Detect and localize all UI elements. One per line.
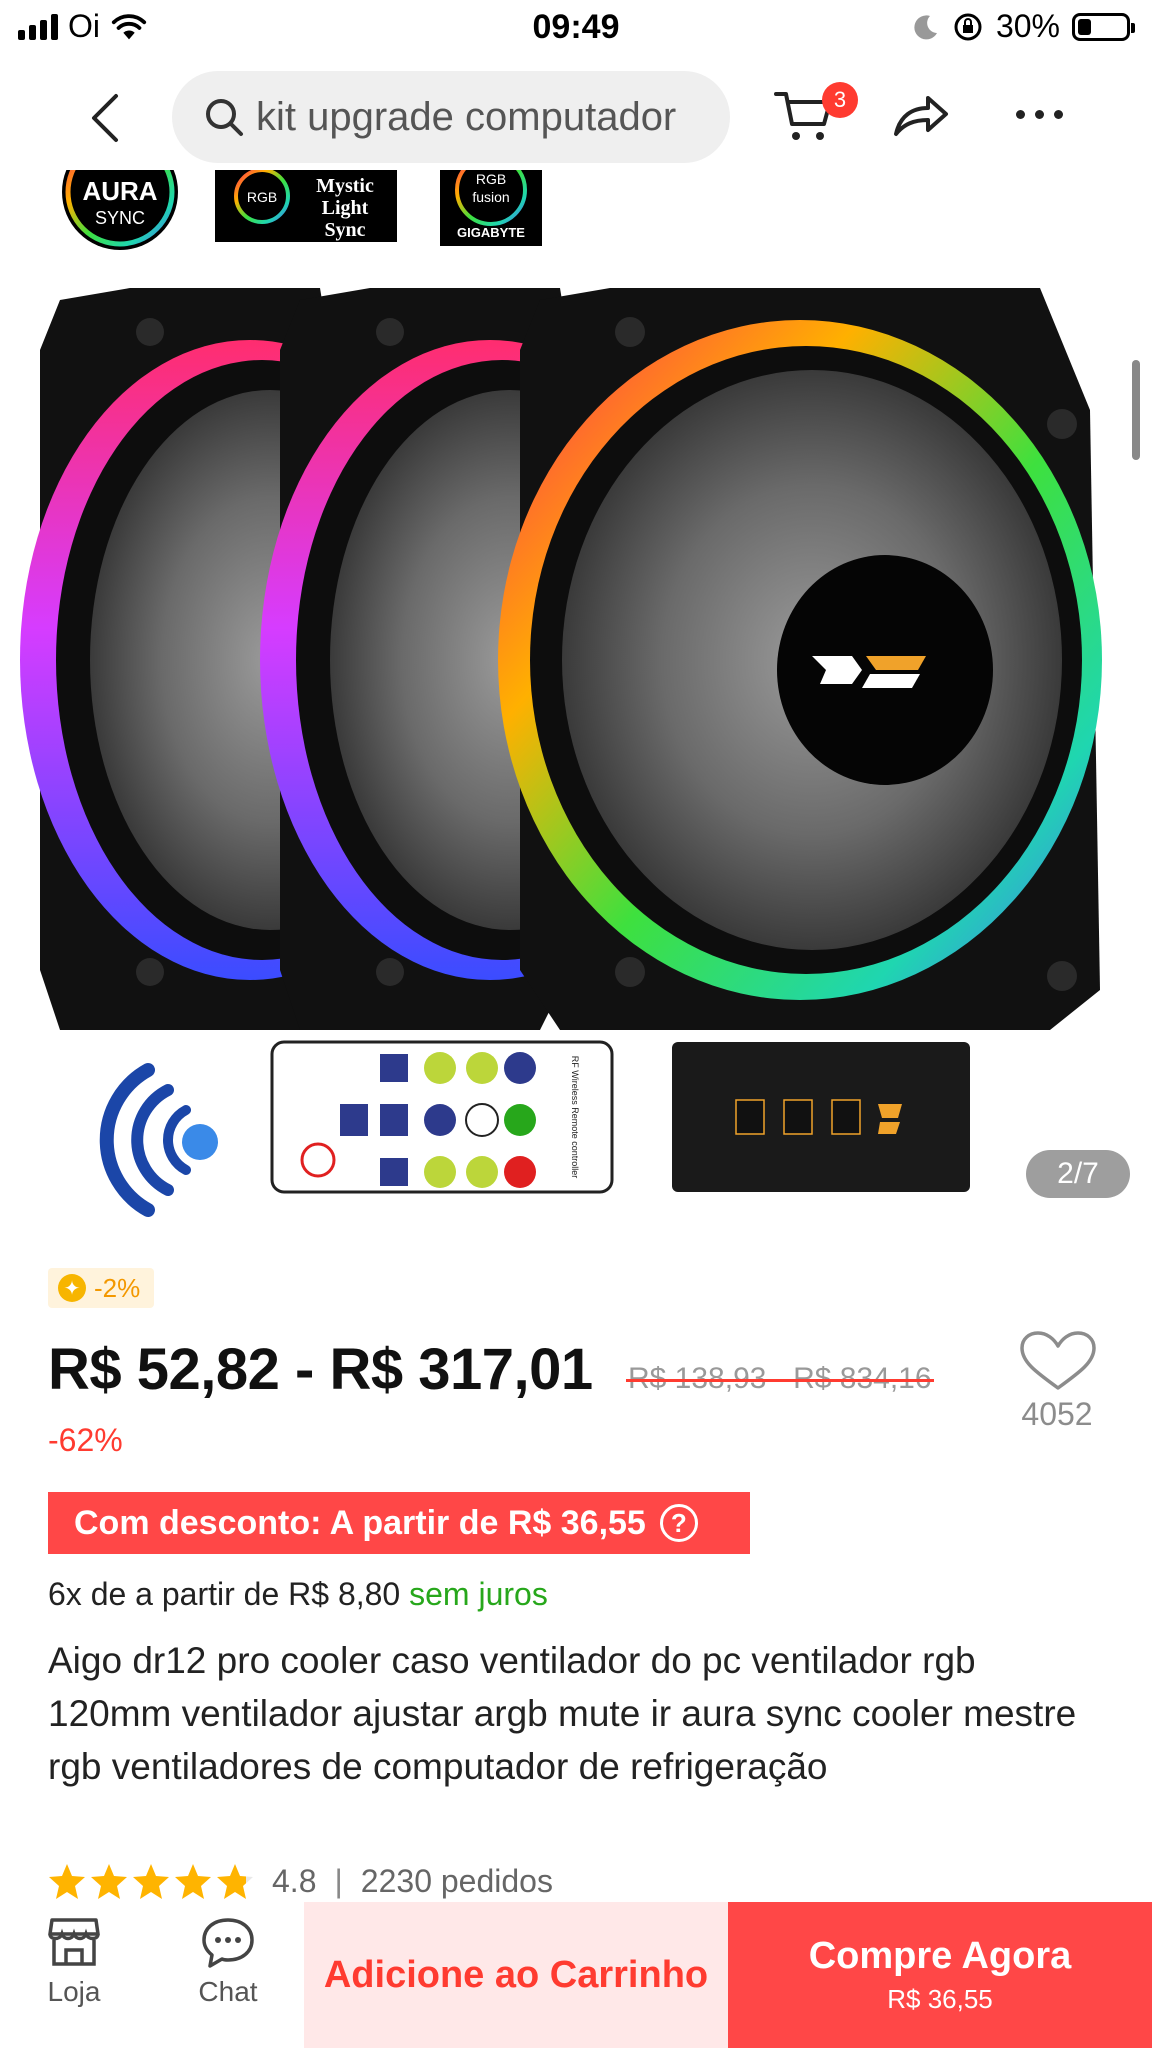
bottom-action-bar: Loja Chat Adicione ao Carrinho Compre Ag… (0, 1902, 1152, 2048)
star-half-icon (217, 1864, 253, 1899)
remote-control: RF Wireless Remote controller (270, 1040, 614, 1194)
scrollbar[interactable] (1132, 360, 1140, 460)
search-bar[interactable] (172, 71, 730, 163)
share-icon[interactable] (890, 90, 950, 140)
chat-button[interactable]: Chat (168, 1914, 288, 2008)
gallery-page-indicator: 2/7 (1026, 1150, 1130, 1198)
chat-icon (202, 1918, 254, 1968)
star-icon (91, 1864, 127, 1899)
remote-control-label: RF Wireless Remote controller (570, 1056, 580, 1179)
aura-sync-logo-subtitle: SYNC (95, 208, 145, 228)
fan-3 (498, 288, 1102, 1030)
rotation-lock-icon (954, 13, 982, 40)
rating-value: 4.8 (272, 1862, 317, 1899)
buy-now-price: R$ 36,55 (887, 1984, 993, 2014)
rgb-fusion-logo-rgb: RGB (476, 171, 506, 187)
heart-icon[interactable] (1016, 1330, 1100, 1394)
more-icon[interactable] (1016, 110, 1063, 119)
product-image: AURA SYNC RGB Mystic Light Sync RGB fusi… (20, 170, 1102, 1217)
wireless-signal-icon (99, 1063, 218, 1217)
search-icon (206, 99, 243, 136)
rgb-fusion-logo-brand: GIGABYTE (457, 225, 525, 240)
mystic-light-logo: RGB Mystic Light Sync (215, 170, 397, 242)
rating-stars (48, 1862, 254, 1900)
separator: | (334, 1862, 343, 1899)
promo-discount-tag: ✦ -2% (48, 1268, 155, 1308)
buy-now-label: Compre Agora (808, 1935, 1072, 1977)
original-price: R$ 138,93 - R$ 834,16 (626, 1362, 934, 1396)
store-label: Loja (47, 1976, 101, 2007)
battery-percent: 30% (995, 8, 1060, 44)
mystic-light-logo-rgb: RGB (247, 189, 277, 205)
price-range: R$ 52,82 - R$ 317,01 (48, 1337, 593, 1402)
search-input[interactable] (254, 93, 728, 141)
rgb-fusion-logo: RGB fusion GIGABYTE (440, 170, 542, 246)
store-icon (48, 1918, 100, 1966)
add-to-cart-button[interactable]: Adicione ao Carrinho (304, 1902, 728, 2048)
help-icon[interactable]: ? (659, 1504, 698, 1542)
rating-row[interactable]: 4.8 | 2230 pedidos (48, 1862, 553, 1900)
coupon-text: Com desconto: A partir de R$ 36,55 (74, 1503, 646, 1542)
controller-hub (672, 1042, 970, 1192)
product-title: Aigo dr12 pro cooler caso ventilador do … (48, 1640, 1077, 1787)
installments-free-label: sem juros (409, 1576, 548, 1612)
status-bar: Oi 09:49 30% (0, 0, 1152, 60)
coin-icon: ✦ (58, 1274, 86, 1302)
product-image-gallery[interactable]: AURA SYNC RGB Mystic Light Sync RGB fusi… (0, 170, 1152, 1250)
aura-sync-logo-title: AURA (82, 176, 157, 206)
wishlist-count: 4052 (1021, 1396, 1093, 1432)
aura-sync-logo: AURA SYNC (62, 170, 178, 250)
coupon-banner[interactable]: Com desconto: A partir de R$ 36,55 ? (48, 1492, 750, 1554)
star-icon (49, 1864, 85, 1899)
promo-discount-text: -2% (94, 1272, 141, 1303)
star-icon (133, 1864, 169, 1899)
buy-now-button[interactable]: Compre Agora R$ 36,55 (728, 1902, 1152, 2048)
moon-icon (914, 14, 937, 39)
mystic-light-logo-line-3: Sync (324, 219, 365, 241)
cart-count-badge: 3 (822, 82, 858, 118)
star-icon (175, 1864, 211, 1899)
rgb-fusion-logo-title: fusion (472, 189, 509, 205)
installments: 6x de a partir de R$ 8,80 sem juros (48, 1576, 548, 1613)
store-button[interactable]: Loja (14, 1914, 134, 2008)
installments-text: 6x de a partir de R$ 8,80 (48, 1576, 401, 1612)
chat-label: Chat (198, 1976, 258, 2007)
mystic-light-logo-line-2: Light (322, 197, 369, 219)
mystic-light-logo-line-1: Mystic (316, 175, 374, 197)
battery-icon (1072, 12, 1135, 41)
discount-percent: -62% (48, 1422, 123, 1458)
orders-count: 2230 pedidos (360, 1862, 553, 1899)
back-icon[interactable] (80, 88, 130, 148)
top-nav: 3 (0, 68, 1152, 168)
